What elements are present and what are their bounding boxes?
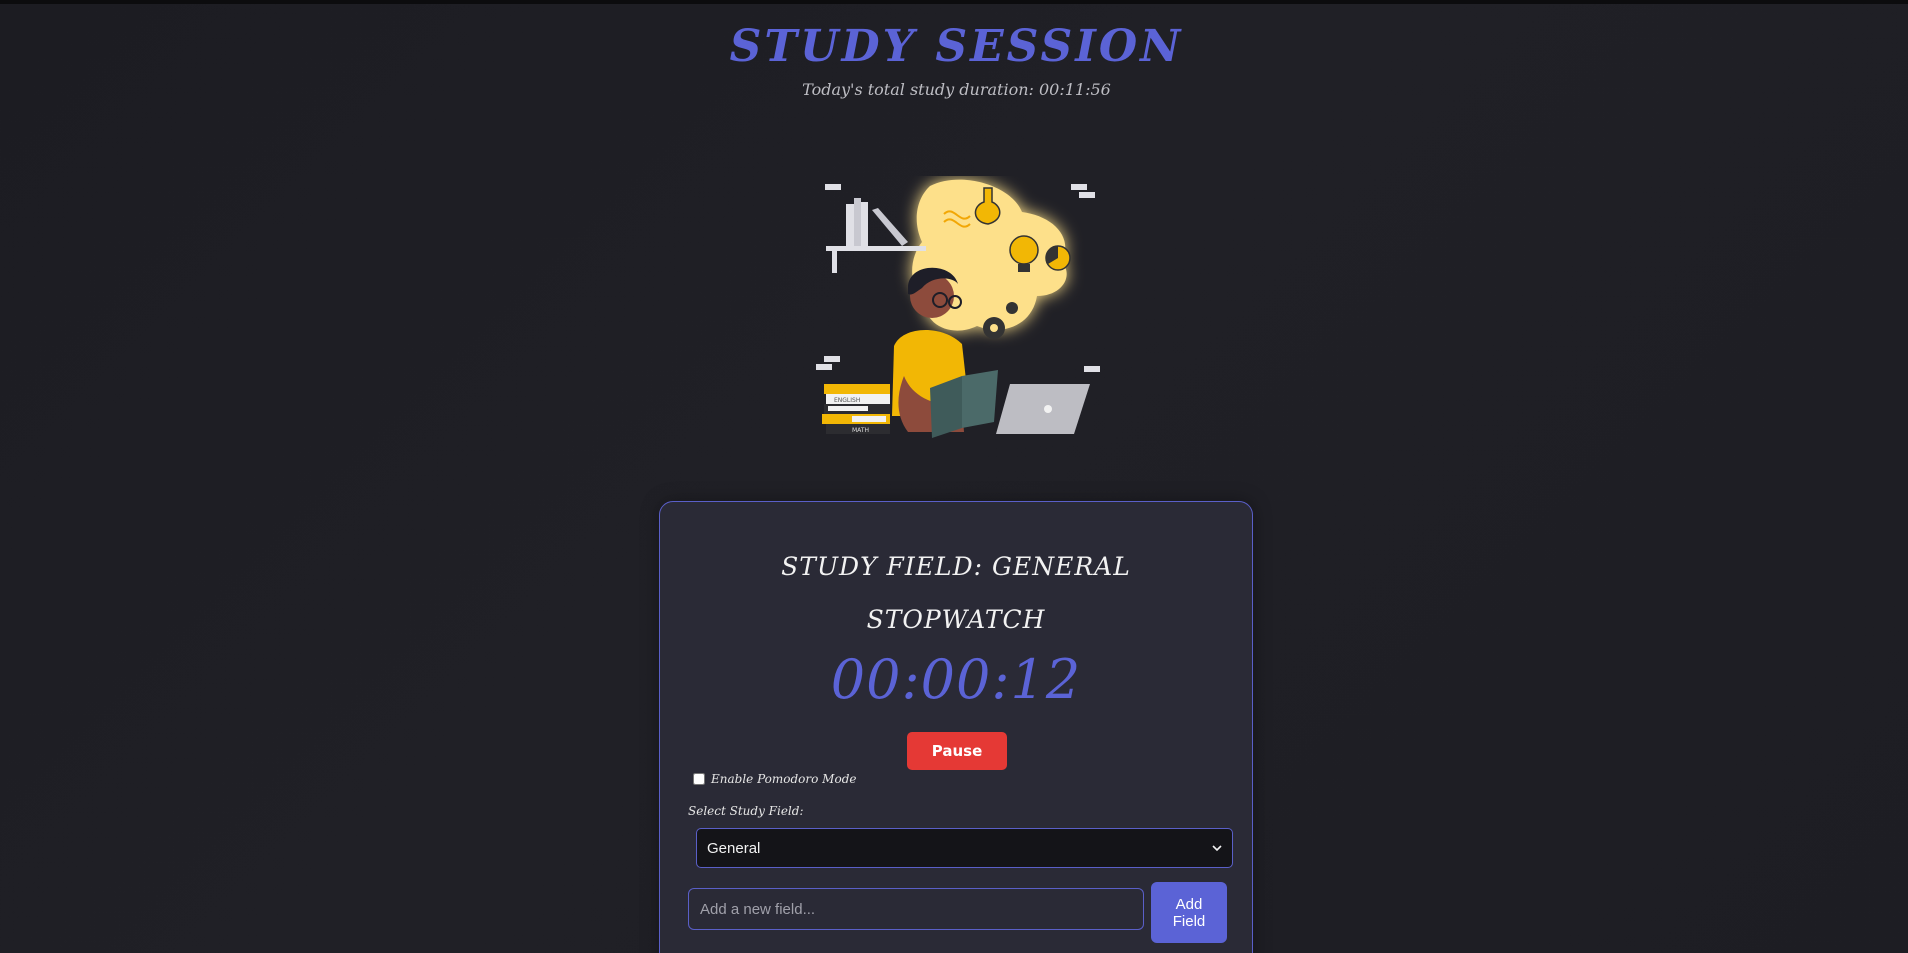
study-field-select[interactable]: General	[696, 828, 1233, 868]
book-label-math: MATH	[852, 427, 869, 434]
selected-field-value: General	[707, 839, 761, 857]
student-study-illustration: ENGLISH MATH	[816, 179, 1100, 438]
browser-top-bar	[0, 0, 1908, 4]
pomodoro-toggle[interactable]: Enable Pomodoro Mode	[693, 772, 856, 786]
pomodoro-label: Enable Pomodoro Mode	[711, 772, 857, 786]
lightbulb-icon	[1009, 235, 1039, 265]
study-field-heading: STUDY FIELD: GENERAL	[781, 552, 1131, 581]
page-title: STUDY SESSION	[729, 21, 1184, 72]
pomodoro-checkbox[interactable]	[693, 773, 705, 785]
page-header: STUDY SESSION Today's total study durati…	[0, 20, 1908, 99]
laptop-icon	[996, 384, 1090, 434]
select-field-label: Select Study Field:	[688, 804, 804, 818]
chevron-down-icon	[1212, 843, 1222, 853]
add-field-button[interactable]: Add Field	[1151, 882, 1227, 943]
shelf	[826, 246, 926, 251]
study-panel: STUDY FIELD: GENERAL STOPWATCH 00:00:12 …	[659, 501, 1253, 953]
stopwatch-heading: STOPWATCH	[866, 605, 1046, 634]
pause-button[interactable]: Pause	[907, 732, 1007, 770]
total-duration-value: 00:11:56	[1038, 80, 1111, 99]
gear-icon	[1006, 302, 1018, 314]
book	[824, 384, 890, 394]
total-duration-label: Today's total study duration:	[802, 80, 1039, 99]
new-field-input[interactable]	[688, 888, 1144, 930]
total-duration: Today's total study duration: 00:11:56	[0, 80, 1908, 99]
book-label-english: ENGLISH	[834, 397, 860, 404]
timer-display: 00:00:12	[830, 648, 1082, 711]
